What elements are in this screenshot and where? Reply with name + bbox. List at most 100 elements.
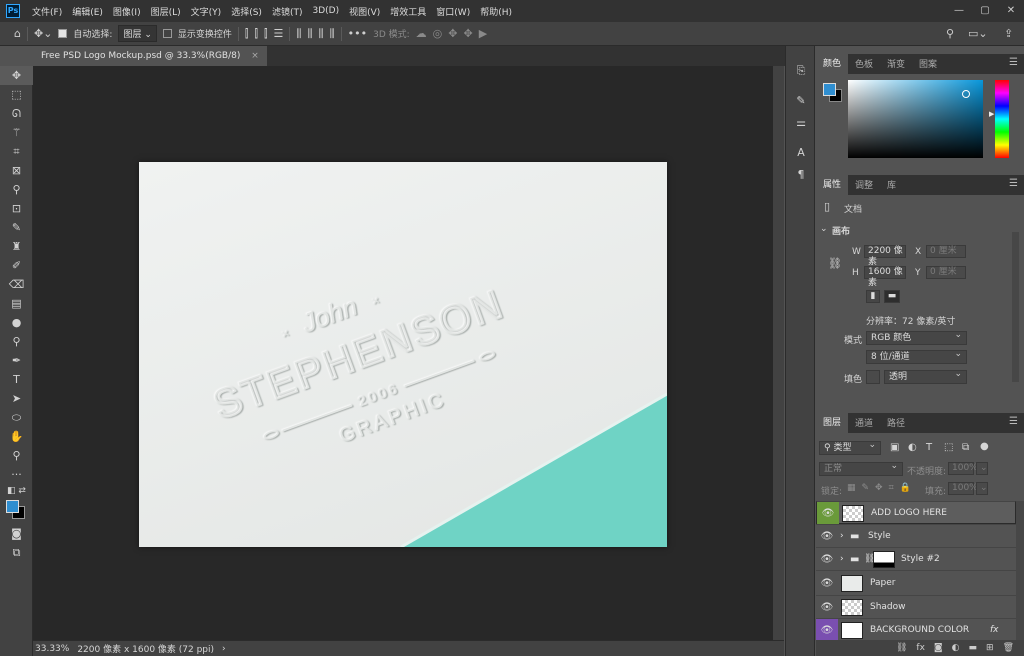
- new-layer-icon[interactable]: ⊞: [986, 643, 994, 653]
- maximize-button[interactable]: ▢: [972, 0, 998, 22]
- menu-3d[interactable]: 3D(D): [307, 6, 344, 16]
- filter-smart-object-icon[interactable]: ⧉: [962, 442, 969, 453]
- distribute-right-icon[interactable]: ⫼: [319, 27, 324, 40]
- more-tools-icon[interactable]: ···: [0, 465, 33, 484]
- filter-type-icon[interactable]: T: [926, 442, 932, 453]
- width-field[interactable]: 2200 像素: [864, 245, 906, 267]
- layer-row[interactable]: 👁 › ▬ Style: [816, 524, 1016, 547]
- x-field[interactable]: 0 厘米: [926, 245, 966, 258]
- fill-dropdown[interactable]: 透明: [884, 368, 967, 384]
- color-mode-dropdown[interactable]: RGB 颜色: [866, 329, 967, 345]
- eraser-tool-icon[interactable]: ⌫: [0, 275, 33, 294]
- gradient-tool-icon[interactable]: ▤: [0, 294, 33, 313]
- history-brush-tool-icon[interactable]: ✐: [0, 256, 33, 275]
- align-top-icon[interactable]: ☰: [274, 27, 284, 40]
- delete-layer-icon[interactable]: 🗑: [1003, 643, 1014, 653]
- align-right-icon[interactable]: ⫿: [264, 27, 268, 40]
- filter-pixel-icon[interactable]: ▣: [890, 442, 899, 453]
- layer-filter-dropdown[interactable]: ⚲ 类型: [819, 439, 881, 455]
- align-center-icon[interactable]: ⫿: [254, 27, 258, 40]
- zoom-level[interactable]: 33.33%: [35, 644, 69, 654]
- eyedropper-tool-icon[interactable]: ⚲: [0, 180, 33, 199]
- orbit-3d-icon[interactable]: ☁: [416, 27, 427, 40]
- new-adjustment-layer-icon[interactable]: ◐: [952, 643, 960, 653]
- layer-row[interactable]: 👁 BACKGROUND COLOR fx: [816, 618, 1016, 642]
- clone-stamp-tool-icon[interactable]: ♜: [0, 237, 33, 256]
- blur-tool-icon[interactable]: ●: [0, 313, 33, 332]
- canvas-section-chevron-icon[interactable]: ⌄: [820, 224, 828, 234]
- layer-mask-thumbnail[interactable]: [873, 551, 895, 568]
- fill-color-swatch[interactable]: [866, 370, 880, 384]
- portrait-orientation-icon[interactable]: ▮: [866, 290, 880, 303]
- marquee-tool-icon[interactable]: ⬚: [0, 85, 33, 104]
- menu-image[interactable]: 图像(I): [108, 5, 146, 18]
- distribute-left-icon[interactable]: ⫼: [296, 27, 301, 40]
- hand-tool-icon[interactable]: ✋: [0, 427, 33, 446]
- tab-layers[interactable]: 图层: [816, 413, 849, 433]
- document-tab[interactable]: Free PSD Logo Mockup.psd @ 33.3%(RGB/8) …: [33, 46, 267, 66]
- roll-3d-icon[interactable]: ◎: [433, 27, 443, 40]
- filter-toggle-icon[interactable]: ●: [980, 441, 989, 452]
- fx-badge[interactable]: fx: [990, 619, 999, 642]
- quick-mask-icon[interactable]: ◙: [0, 524, 33, 543]
- add-layer-style-icon[interactable]: fx: [916, 643, 925, 653]
- healing-brush-tool-icon[interactable]: ⊡: [0, 199, 33, 218]
- distribute-vertical-icon[interactable]: ⫼: [330, 27, 335, 40]
- visibility-eye-icon[interactable]: 👁: [816, 619, 838, 642]
- visibility-eye-icon[interactable]: 👁: [816, 571, 838, 596]
- tab-adjustments[interactable]: 调整: [848, 177, 880, 195]
- swap-colors-icon[interactable]: ◧ ⇄: [0, 484, 33, 498]
- visibility-eye-icon[interactable]: 👁: [816, 596, 838, 619]
- menu-filter[interactable]: 滤镜(T): [267, 5, 308, 18]
- height-field[interactable]: 1600 像素: [864, 266, 906, 288]
- history-panel-icon[interactable]: ⎘: [786, 60, 816, 82]
- menu-window[interactable]: 窗口(W): [431, 5, 475, 18]
- layer-row[interactable]: 👁 Paper: [816, 570, 1016, 595]
- menu-type[interactable]: 文字(Y): [186, 5, 227, 18]
- properties-scrollbar[interactable]: [1012, 232, 1019, 382]
- minimize-button[interactable]: —: [946, 0, 972, 22]
- menu-help[interactable]: 帮助(H): [475, 5, 517, 18]
- panel-menu-icon[interactable]: ☰: [1009, 416, 1018, 427]
- add-mask-icon[interactable]: ◙: [934, 643, 943, 653]
- move-tool-icon[interactable]: ✥: [0, 66, 33, 85]
- layer-row[interactable]: 👁 ADD LOGO HERE: [816, 501, 1016, 525]
- dodge-tool-icon[interactable]: ⚲: [0, 332, 33, 351]
- blend-mode-dropdown[interactable]: 正常: [819, 460, 903, 476]
- move-tool-icon[interactable]: ✥⌄: [34, 27, 52, 40]
- opacity-field[interactable]: 100%: [948, 462, 978, 475]
- auto-select-target-dropdown[interactable]: 图层 ⌄: [118, 25, 157, 42]
- landscape-orientation-icon[interactable]: ▬: [884, 290, 900, 303]
- vertical-scrollbar[interactable]: [773, 66, 784, 640]
- y-field[interactable]: 0 厘米: [926, 266, 966, 279]
- hue-slider[interactable]: [995, 80, 1009, 158]
- fill-field[interactable]: 100%: [948, 482, 978, 495]
- bit-depth-dropdown[interactable]: 8 位/通道: [866, 348, 967, 364]
- pen-tool-icon[interactable]: ✒: [0, 351, 33, 370]
- color-swatches[interactable]: [0, 498, 33, 524]
- menu-layer[interactable]: 图层(L): [146, 5, 186, 18]
- tab-properties[interactable]: 属性: [816, 175, 849, 195]
- layers-scrollbar[interactable]: [1016, 501, 1024, 640]
- expand-chevron-icon[interactable]: ›: [840, 548, 844, 571]
- more-options-icon[interactable]: •••: [348, 27, 367, 40]
- path-selection-tool-icon[interactable]: ➤: [0, 389, 33, 408]
- hue-slider-pointer-icon[interactable]: ▶: [989, 110, 994, 118]
- close-tab-icon[interactable]: ×: [251, 51, 259, 61]
- color-panel-foreground[interactable]: [823, 83, 836, 96]
- slide-3d-icon[interactable]: ✥: [463, 27, 472, 40]
- lock-options-icons[interactable]: ▦✎✥⌗🔒: [847, 483, 917, 493]
- menu-plugins[interactable]: 增效工具: [385, 5, 431, 18]
- home-icon[interactable]: ⌂: [14, 27, 21, 40]
- visibility-eye-icon[interactable]: 👁: [816, 548, 838, 571]
- new-group-icon[interactable]: ▬: [969, 643, 978, 653]
- tab-channels[interactable]: 通道: [848, 415, 880, 433]
- character-panel-icon[interactable]: A: [786, 142, 816, 164]
- status-menu-arrow[interactable]: ›: [222, 644, 226, 654]
- menu-file[interactable]: 文件(F): [27, 5, 67, 18]
- color-saturation-field[interactable]: [848, 80, 983, 158]
- screen-mode-icon[interactable]: ⧉: [0, 543, 33, 562]
- menu-edit[interactable]: 编辑(E): [67, 5, 108, 18]
- zoom-tool-icon[interactable]: ⚲: [0, 446, 33, 465]
- paragraph-panel-icon[interactable]: ¶: [786, 164, 816, 186]
